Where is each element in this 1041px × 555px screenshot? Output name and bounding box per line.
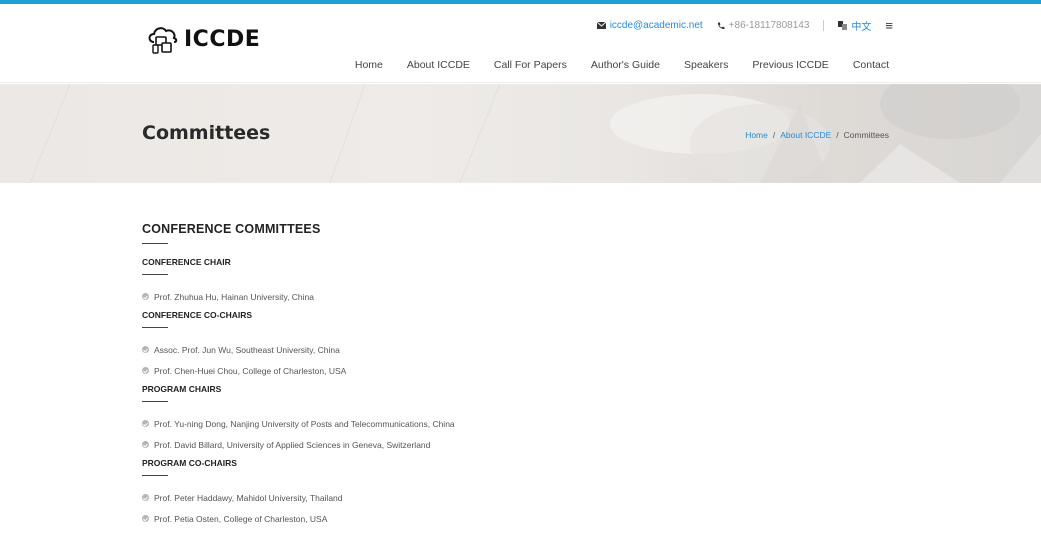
check-circle-icon <box>142 515 149 522</box>
member-name: Prof. Peter Haddawy, Mahidol University,… <box>154 492 343 503</box>
nav-speakers[interactable]: Speakers <box>684 59 728 71</box>
breadcrumb-about[interactable]: About ICCDE <box>780 130 831 140</box>
section-divider <box>142 475 168 476</box>
section-divider <box>142 274 168 275</box>
committee-section: PROGRAM CO-CHAIRS Prof. Peter Haddawy, M… <box>142 458 902 524</box>
list-item: Assoc. Prof. Jun Wu, Southeast Universit… <box>142 344 902 355</box>
site-logo[interactable]: ICCDE <box>146 24 260 54</box>
section-title: CONFERENCE CO-CHAIRS <box>142 310 253 320</box>
language-label: 中文 <box>851 22 872 33</box>
hamburger-menu-icon[interactable]: ≡ <box>885 19 893 32</box>
breadcrumb-home[interactable]: Home <box>745 130 768 140</box>
check-circle-icon <box>142 441 149 448</box>
breadcrumb: Home / About ICCDE / Committees <box>745 130 889 140</box>
envelope-icon <box>596 22 606 29</box>
phone-text: +86-18117808143 <box>728 20 810 31</box>
phone-icon <box>717 22 725 29</box>
member-list: Prof. Peter Haddawy, Mahidol University,… <box>142 492 902 524</box>
cloud-devices-logo-icon <box>146 24 180 54</box>
contact-divider <box>823 20 825 31</box>
section-title: PROGRAM CHAIRS <box>142 384 222 394</box>
section-title: PROGRAM CO-CHAIRS <box>142 458 237 468</box>
email-link[interactable]: iccde@academic.net <box>596 20 703 31</box>
nav-authors-guide[interactable]: Author's Guide <box>591 59 660 71</box>
site-header: ICCDE iccde@academic.net +86-18117808143… <box>0 4 1041 83</box>
committee-section: CONFERENCE CO-CHAIRS Assoc. Prof. Jun Wu… <box>142 310 902 376</box>
email-text: iccde@academic.net <box>609 20 703 31</box>
member-name: Prof. Petia Osten, College of Charleston… <box>154 513 328 524</box>
translate-icon <box>838 21 848 30</box>
member-name: Prof. Zhuhua Hu, Hainan University, Chin… <box>154 291 315 302</box>
check-circle-icon <box>142 494 149 501</box>
page-banner: Committees Home / About ICCDE / Committe… <box>0 84 1041 183</box>
phone-link[interactable]: +86-18117808143 <box>717 20 810 31</box>
member-name: Prof. Chen-Huei Chou, College of Charles… <box>154 365 347 376</box>
contact-bar: iccde@academic.net +86-18117808143 中文 ≡ <box>596 18 893 33</box>
logo-text: ICCDE <box>184 26 261 52</box>
committee-section: PROGRAM CHAIRS Prof. Yu-ning Dong, Nanji… <box>142 384 902 450</box>
nav-contact[interactable]: Contact <box>853 59 889 71</box>
list-item: Prof. Zhuhua Hu, Hainan University, Chin… <box>142 291 902 302</box>
list-item: Prof. Yu-ning Dong, Nanjing University o… <box>142 418 902 429</box>
committees-content: CONFERENCE COMMITTEES CONFERENCE CHAIR P… <box>142 222 902 534</box>
nav-call-for-papers[interactable]: Call For Papers <box>494 59 567 71</box>
check-circle-icon <box>142 293 149 300</box>
list-item: Prof. Peter Haddawy, Mahidol University,… <box>142 492 902 503</box>
committee-section: CONFERENCE CHAIR Prof. Zhuhua Hu, Hainan… <box>142 257 902 302</box>
member-list: Prof. Zhuhua Hu, Hainan University, Chin… <box>142 291 902 302</box>
nav-previous-iccde[interactable]: Previous ICCDE <box>752 59 828 71</box>
check-circle-icon <box>142 367 149 374</box>
member-name: Prof. David Billard, University of Appli… <box>154 439 431 450</box>
section-title: CONFERENCE CHAIR <box>142 257 231 267</box>
committees-heading: CONFERENCE COMMITTEES <box>142 222 321 236</box>
section-divider <box>142 401 168 402</box>
breadcrumb-current: Committees <box>843 130 889 140</box>
main-nav: Home About ICCDE Call For Papers Author'… <box>331 59 889 71</box>
member-name: Assoc. Prof. Jun Wu, Southeast Universit… <box>154 344 340 355</box>
check-circle-icon <box>142 346 149 353</box>
member-list: Prof. Yu-ning Dong, Nanjing University o… <box>142 418 902 450</box>
breadcrumb-separator: / <box>836 130 839 140</box>
page-title: Committees <box>142 122 271 144</box>
breadcrumb-separator: / <box>772 130 776 140</box>
list-item: Prof. Petia Osten, College of Charleston… <box>142 513 902 524</box>
check-circle-icon <box>142 420 149 427</box>
section-divider <box>142 327 168 328</box>
member-name: Prof. Yu-ning Dong, Nanjing University o… <box>154 418 455 429</box>
nav-home[interactable]: Home <box>355 59 383 71</box>
list-item: Prof. Chen-Huei Chou, College of Charles… <box>142 365 902 376</box>
heading-divider <box>142 243 168 244</box>
language-switch[interactable]: 中文 <box>838 18 871 33</box>
nav-about-iccde[interactable]: About ICCDE <box>407 59 470 71</box>
list-item: Prof. David Billard, University of Appli… <box>142 439 902 450</box>
member-list: Assoc. Prof. Jun Wu, Southeast Universit… <box>142 344 902 376</box>
